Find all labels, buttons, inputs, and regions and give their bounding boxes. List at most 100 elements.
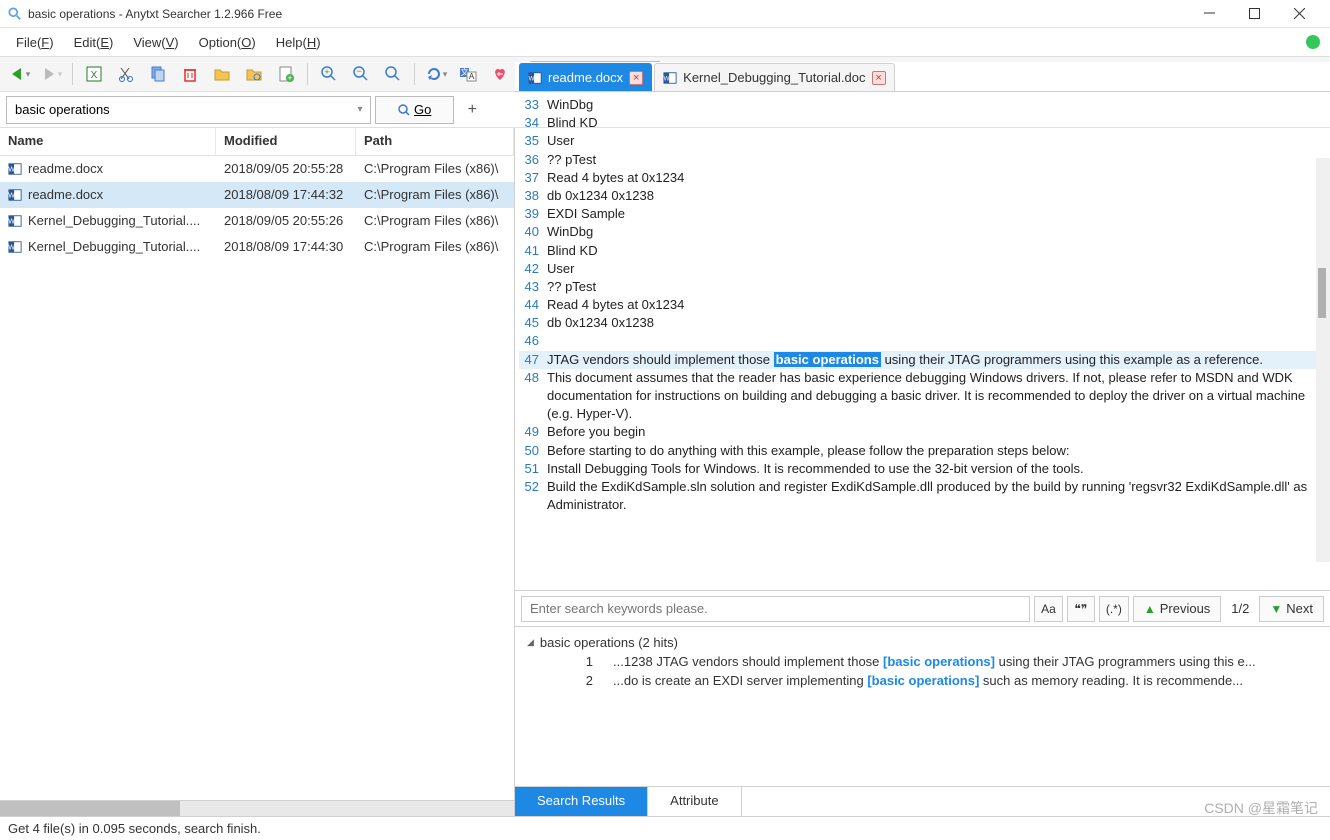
line-number: 48 — [519, 369, 547, 424]
maximize-button[interactable] — [1232, 0, 1277, 28]
forward-button[interactable]: ▾ — [38, 61, 64, 87]
column-path[interactable]: Path — [356, 128, 514, 155]
result-hit[interactable]: 2...do is create an EXDI server implemen… — [523, 671, 1322, 690]
svg-text:W: W — [664, 75, 670, 82]
file-row[interactable]: WKernel_Debugging_Tutorial....2018/09/05… — [0, 208, 514, 234]
back-button[interactable]: ▾ — [6, 61, 32, 87]
file-list-header: Name Modified Path — [0, 128, 514, 156]
vertical-scrollbar-thumb[interactable] — [1318, 268, 1326, 318]
menu-edit[interactable]: Edit(E) — [64, 31, 124, 54]
line-text: Before you begin — [547, 423, 1318, 441]
translate-icon[interactable]: 文A — [455, 61, 481, 87]
line-text: WinDbg — [547, 223, 1318, 241]
copy-icon[interactable] — [145, 61, 171, 87]
case-sensitive-toggle[interactable]: Aa — [1034, 596, 1063, 622]
status-indicator-icon — [1306, 35, 1320, 49]
file-modified: 2018/09/05 20:55:26 — [216, 213, 356, 228]
content-line: 33WinDbg — [519, 96, 1318, 114]
svg-text:W: W — [8, 218, 15, 225]
svg-text:W: W — [529, 75, 535, 82]
tab-attribute[interactable]: Attribute — [648, 787, 741, 816]
word-doc-icon: W — [8, 214, 22, 228]
line-number: 40 — [519, 223, 547, 241]
folder-icon[interactable] — [209, 61, 235, 87]
file-row[interactable]: WKernel_Debugging_Tutorial....2018/08/09… — [0, 234, 514, 260]
content-line: 39EXDI Sample — [519, 205, 1318, 223]
file-path: C:\Program Files (x86)\ — [356, 239, 514, 254]
go-button[interactable]: Go — [375, 96, 454, 124]
preview-search-input[interactable] — [521, 596, 1030, 622]
file-row[interactable]: Wreadme.docx2018/09/05 20:55:28C:\Progra… — [0, 156, 514, 182]
menu-help[interactable]: Help(H) — [266, 31, 331, 54]
content-view[interactable]: 33WinDbg34Blind KD35User36?? pTest37Read… — [515, 92, 1330, 590]
horizontal-scrollbar[interactable] — [0, 800, 514, 816]
document-add-icon[interactable]: + — [273, 61, 299, 87]
svg-text:−: − — [356, 66, 361, 76]
line-text — [547, 332, 1318, 350]
line-number: 33 — [519, 96, 547, 114]
next-button[interactable]: ▼Next — [1259, 596, 1324, 622]
zoom-out-icon[interactable]: − — [348, 61, 374, 87]
results-group[interactable]: basic operations (2 hits) — [523, 633, 1322, 652]
zoom-in-icon[interactable]: + — [316, 61, 342, 87]
line-number: 50 — [519, 442, 547, 460]
heart-icon[interactable] — [487, 61, 513, 87]
word-doc-icon: W — [8, 162, 22, 176]
regex-toggle[interactable]: (.*) — [1099, 596, 1129, 622]
menu-file[interactable]: File(F) — [6, 31, 64, 54]
vertical-scrollbar-track[interactable] — [1316, 158, 1330, 562]
svg-text:W: W — [8, 166, 15, 173]
line-text: EXDI Sample — [547, 205, 1318, 223]
svg-text:W: W — [8, 244, 15, 251]
tab-search-results[interactable]: Search Results — [515, 787, 648, 816]
menu-view[interactable]: View(V) — [123, 31, 188, 54]
content-line: 49Before you begin — [519, 423, 1318, 441]
line-text: WinDbg — [547, 96, 1318, 114]
search-input[interactable]: ▾ — [6, 96, 371, 124]
content-line: 38db 0x1234 0x1238 — [519, 187, 1318, 205]
line-number: 37 — [519, 169, 547, 187]
file-row[interactable]: Wreadme.docx2018/08/09 17:44:32C:\Progra… — [0, 182, 514, 208]
word-doc-icon: W — [663, 71, 677, 85]
refresh-icon[interactable]: ▾ — [423, 61, 449, 87]
line-number: 47 — [519, 351, 547, 369]
preview-pane: Wreadme.docx×WKernel_Debugging_Tutorial.… — [515, 128, 1330, 816]
word-doc-icon: W — [8, 188, 22, 202]
excel-icon[interactable]: X — [81, 61, 107, 87]
content-line: 42User — [519, 260, 1318, 278]
file-path: C:\Program Files (x86)\ — [356, 213, 514, 228]
column-name[interactable]: Name — [0, 128, 216, 155]
delete-icon[interactable] — [177, 61, 203, 87]
content-line: 44Read 4 bytes at 0x1234 — [519, 296, 1318, 314]
folder-search-icon[interactable] — [241, 61, 267, 87]
file-list-pane: Name Modified Path Wreadme.docx2018/09/0… — [0, 128, 515, 816]
search-field[interactable] — [7, 97, 350, 123]
line-number: 36 — [519, 151, 547, 169]
cut-icon[interactable] — [113, 61, 139, 87]
file-name: readme.docx — [28, 161, 103, 176]
content-line: 34Blind KD — [519, 114, 1318, 132]
search-dropdown-icon[interactable]: ▾ — [350, 104, 370, 115]
result-hit[interactable]: 1...1238 JTAG vendors should implement t… — [523, 652, 1322, 671]
word-doc-icon: W — [528, 71, 542, 85]
document-tab[interactable]: WKernel_Debugging_Tutorial.doc× — [654, 63, 894, 91]
line-number: 39 — [519, 205, 547, 223]
highlighted-term: basic operations — [774, 352, 881, 367]
menu-option[interactable]: Option(O) — [189, 31, 266, 54]
add-button[interactable]: + — [458, 96, 486, 124]
close-tab-icon[interactable]: × — [629, 71, 643, 85]
close-button[interactable] — [1277, 0, 1322, 28]
content-line: 46 — [519, 332, 1318, 350]
file-name: Kernel_Debugging_Tutorial.... — [28, 239, 200, 254]
column-modified[interactable]: Modified — [216, 128, 356, 155]
content-line: 48This document assumes that the reader … — [519, 369, 1318, 424]
previous-button[interactable]: ▲Previous — [1133, 596, 1221, 622]
line-text: Before starting to do anything with this… — [547, 442, 1318, 460]
minimize-button[interactable] — [1187, 0, 1232, 28]
preview-search-bar: Aa ❝❞ (.*) ▲Previous 1/2 ▼Next — [515, 590, 1330, 626]
zoom-icon[interactable] — [380, 61, 406, 87]
document-tab[interactable]: Wreadme.docx× — [519, 63, 652, 91]
window-title: basic operations - Anytxt Searcher 1.2.9… — [28, 7, 282, 21]
quote-toggle[interactable]: ❝❞ — [1067, 596, 1095, 622]
close-tab-icon[interactable]: × — [872, 71, 886, 85]
